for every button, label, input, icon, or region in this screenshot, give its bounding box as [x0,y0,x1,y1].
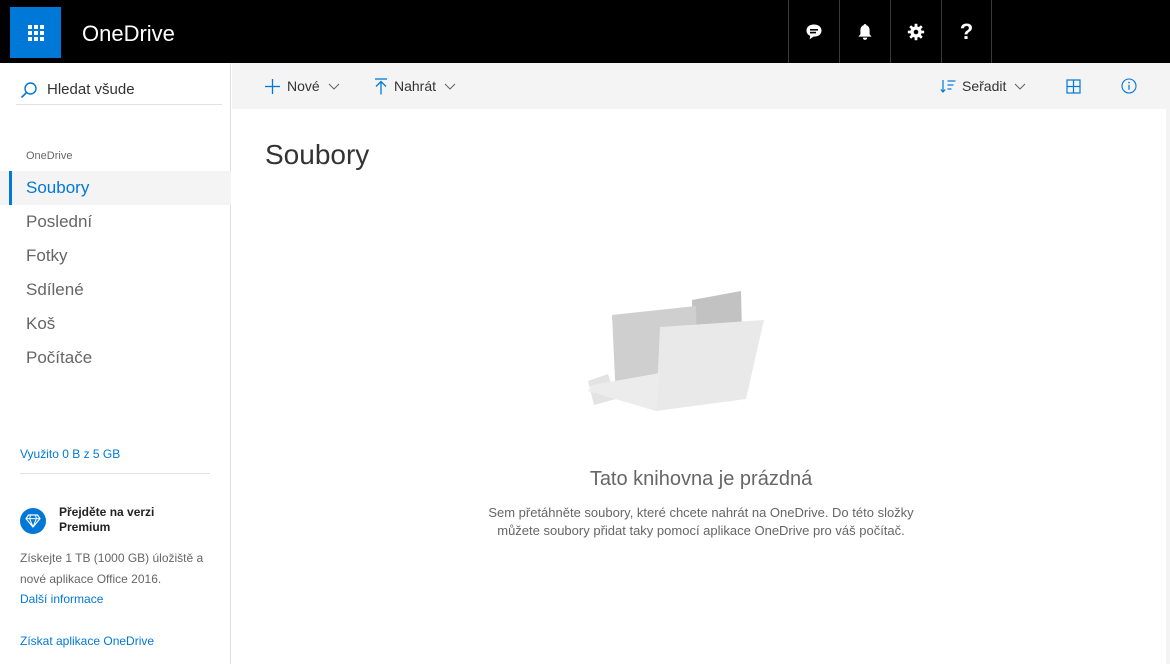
nav-item-recycle-bin[interactable]: Koš [0,307,231,341]
feedback-icon [806,24,822,39]
bell-icon [858,23,872,40]
storage-usage-link[interactable]: Využito 0 B z 5 GB [20,447,120,461]
sort-icon [940,80,956,93]
new-button[interactable]: Nové [264,63,340,109]
nav-item-photos[interactable]: Fotky [0,239,231,273]
empty-folder-icon [588,291,764,411]
search-icon [20,81,37,98]
nav-heading: OneDrive [26,150,73,162]
top-bar: OneDrive ? [0,0,1170,63]
upload-label: Nahrát [394,78,437,94]
premium-description-text: Získejte 1 TB (1000 GB) úložiště a nové … [20,551,204,586]
premium-title-line2: Premium [59,520,111,534]
app-title[interactable]: OneDrive [82,22,175,46]
get-onedrive-apps-link[interactable]: Získat aplikace OneDrive [20,634,154,648]
app-launcher-button[interactable] [10,7,61,58]
premium-promo: Přejděte na verzi Premium Získejte 1 TB … [20,505,220,609]
search-placeholder: Hledat všude [47,81,135,98]
feedback-button[interactable] [788,0,839,63]
header-actions: ? [788,0,992,63]
waffle-icon [27,24,44,41]
more-info-link[interactable]: Další informace [20,590,220,609]
info-icon [1121,78,1137,94]
empty-state-title: Tato knihovna je prázdná [589,468,813,490]
nav-list: Soubory Poslední Fotky Sdílené Koš Počít… [0,171,231,375]
divider [20,473,210,474]
command-bar: Nové Nahrát Seřadit [232,63,1170,109]
search-box[interactable]: Hledat všude [16,75,222,105]
nav-item-pcs[interactable]: Počítače [0,341,231,375]
upload-icon [375,77,387,94]
gear-icon [907,23,925,40]
sort-button[interactable]: Seřadit [940,63,1026,109]
left-navigation: Hledat všude OneDrive Soubory Poslední F… [0,63,231,664]
main-content: Soubory Tato knihovna je prázdná Sem pře… [232,109,1170,664]
nav-item-recent[interactable]: Poslední [0,205,231,239]
scrollbar[interactable] [1166,109,1170,664]
diamond-icon [20,508,46,534]
help-button[interactable]: ? [941,0,992,63]
notifications-button[interactable] [839,0,890,63]
view-switch-button[interactable] [1066,63,1081,109]
empty-state-description: Sem přetáhněte soubory, které chcete nah… [488,505,914,538]
page-title: Soubory [265,139,370,170]
grid-view-icon [1066,78,1081,94]
nav-item-files[interactable]: Soubory [0,171,231,205]
new-label: Nové [287,78,320,94]
premium-title-line1: Přejděte na verzi [59,505,155,519]
premium-description: Získejte 1 TB (1000 GB) úložiště a nové … [20,548,220,609]
premium-header[interactable]: Přejděte na verzi Premium [20,505,220,535]
chevron-down-icon [444,83,456,90]
upload-button[interactable]: Nahrát [374,63,456,109]
sort-label: Seřadit [962,78,1007,94]
plus-icon [265,78,280,94]
help-icon: ? [959,18,974,44]
settings-button[interactable] [890,0,941,63]
nav-item-shared[interactable]: Sdílené [0,273,231,307]
chevron-down-icon [1014,83,1026,90]
details-pane-button[interactable] [1121,63,1137,109]
chevron-down-icon [328,83,340,90]
